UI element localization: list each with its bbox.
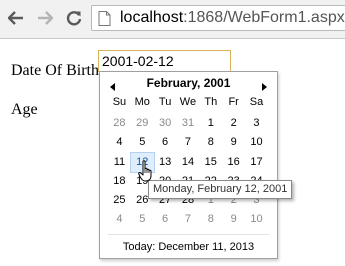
weekday-header-row: Su Mo Tu We Th Fr Sa <box>108 96 268 112</box>
calendar-day[interactable]: 31 <box>177 114 200 133</box>
calendar-day[interactable]: 7 <box>177 133 200 152</box>
calendar-title: February, 2001 <box>146 76 231 90</box>
dob-label: Date Of Birth <box>11 62 99 79</box>
calendar-day-grid: 2829303112345678910111213141516171819202… <box>108 114 268 230</box>
hand-pointer-icon <box>138 160 154 187</box>
calendar-week-row: 4 5 6 7 8 9 10 <box>108 133 268 152</box>
calendar-day[interactable]: 11 <box>108 153 131 172</box>
calendar-day[interactable]: 13 <box>154 153 177 172</box>
calendar-day[interactable]: 4 <box>108 133 131 152</box>
forward-arrow-icon[interactable] <box>34 7 56 29</box>
calendar-day[interactable]: 8 <box>199 210 222 229</box>
calendar-header: February, 2001 <box>100 75 277 93</box>
calendar-divider <box>108 234 269 235</box>
calendar-day[interactable]: 9 <box>222 133 245 152</box>
calendar-day[interactable]: 10 <box>245 133 268 152</box>
page-icon <box>98 11 111 31</box>
calendar-day[interactable]: 7 <box>177 210 200 229</box>
weekday-label: Su <box>112 96 127 108</box>
calendar-day[interactable]: 18 <box>108 172 131 191</box>
weekday-label: Fr <box>228 96 239 108</box>
calendar-week-row: 11 12 13 14 15 16 17 <box>108 151 268 173</box>
dob-input[interactable] <box>98 50 231 72</box>
back-arrow-icon[interactable] <box>5 7 27 29</box>
calendar-day[interactable]: 3 <box>245 114 268 133</box>
calendar-day[interactable]: 8 <box>199 133 222 152</box>
calendar-day[interactable]: 29 <box>131 114 154 133</box>
calendar-day[interactable]: 6 <box>154 210 177 229</box>
address-bar[interactable]: localhost:1868/WebForm1.aspx <box>91 5 345 31</box>
weekday-label: Th <box>204 96 218 108</box>
calendar-week-row: 28 29 30 31 1 2 3 <box>108 114 268 133</box>
calendar-day[interactable]: 10 <box>245 210 268 229</box>
reload-icon[interactable] <box>63 7 85 29</box>
calendar-day[interactable]: 1 <box>199 114 222 133</box>
calendar-day[interactable]: 14 <box>177 153 200 172</box>
calendar-day[interactable]: 5 <box>131 210 154 229</box>
calendar-day[interactable]: 9 <box>222 210 245 229</box>
url-path: :1868/WebForm1.aspx <box>183 9 345 26</box>
calendar-week-row: 4 5 6 7 8 9 10 <box>108 210 268 229</box>
calendar-day[interactable]: 4 <box>108 210 131 229</box>
calendar-day[interactable]: 15 <box>199 153 222 172</box>
weekday-label: Mo <box>134 96 150 108</box>
calendar-day[interactable]: 25 <box>108 191 131 210</box>
weekday-label: We <box>179 96 197 108</box>
age-label: Age <box>11 101 38 118</box>
calendar-day[interactable]: 30 <box>154 114 177 133</box>
calendar-day[interactable]: 28 <box>108 114 131 133</box>
calendar-day[interactable]: 16 <box>222 153 245 172</box>
calendar-day[interactable]: 5 <box>131 133 154 152</box>
calendar-day[interactable]: 6 <box>154 133 177 152</box>
today-link[interactable]: Today: December 11, 2013 <box>100 241 277 253</box>
date-picker-calendar: February, 2001 Su Mo Tu We Th Fr Sa 28 29 30 31 1 2… <box>99 71 278 259</box>
url-host: localhost <box>120 9 184 26</box>
calendar-day[interactable]: 17 <box>245 153 268 172</box>
browser-toolbar: localhost:1868/WebForm1.aspx <box>0 0 345 39</box>
next-month-icon[interactable] <box>259 79 269 91</box>
date-tooltip: Monday, February 12, 2001 <box>148 180 293 199</box>
calendar-day[interactable]: 2 <box>222 114 245 133</box>
url-text: localhost:1868/WebForm1.aspx <box>120 9 345 27</box>
weekday-label: Tu <box>158 96 172 108</box>
weekday-label: Sa <box>249 96 264 108</box>
